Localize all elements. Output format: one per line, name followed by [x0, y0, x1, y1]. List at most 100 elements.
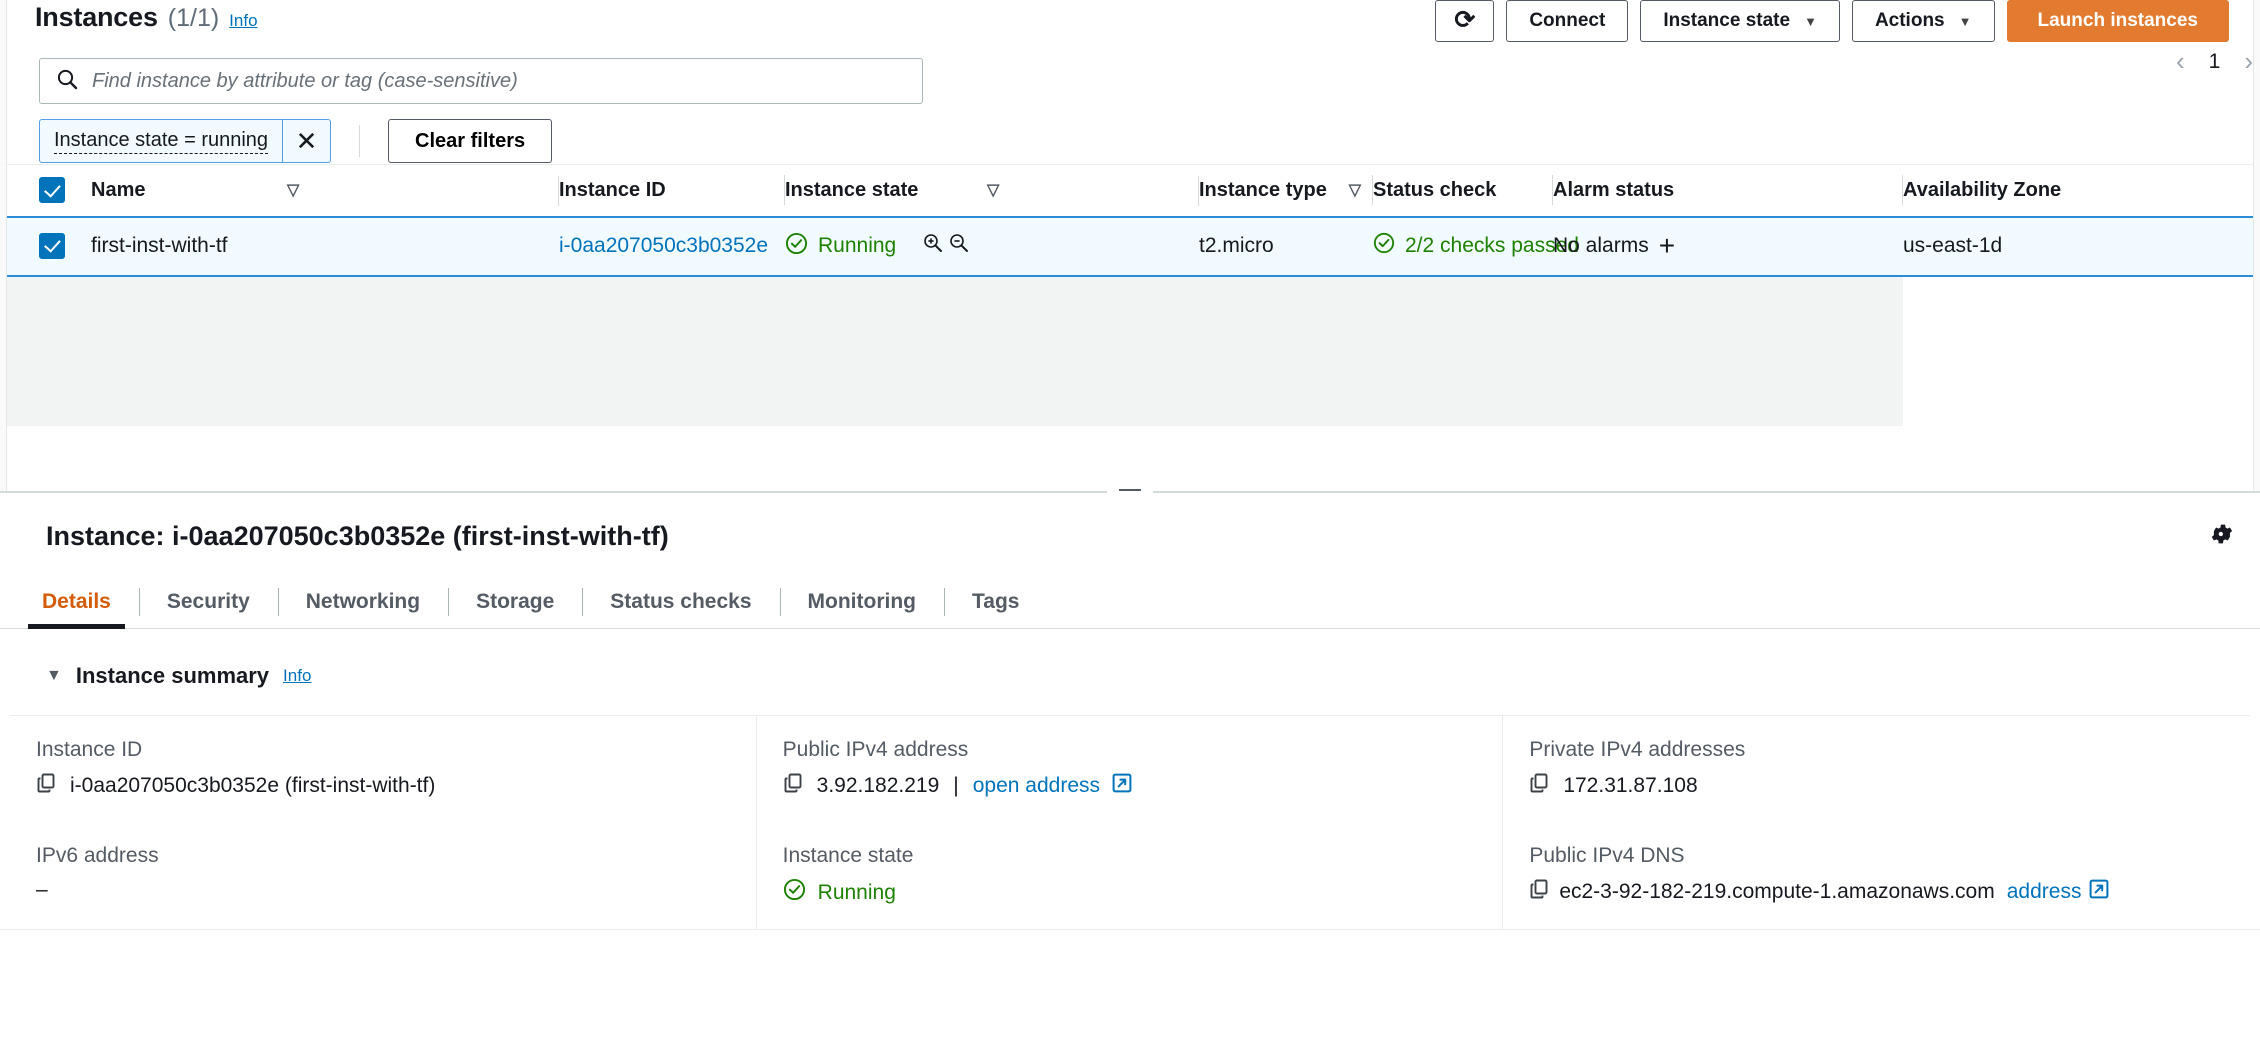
field-public-ipv4-address: Public IPv4 address 3.92.182.219 | open …: [757, 716, 1504, 822]
field-private-ipv4-addresses-value: 172.31.87.108: [1563, 774, 1697, 798]
detail-tabs: Details Security Networking Storage Stat…: [0, 574, 2260, 629]
column-header-instance-state-sort[interactable]: ▽: [987, 165, 1199, 217]
tab-tags[interactable]: Tags: [944, 574, 1047, 628]
copy-icon[interactable]: [783, 772, 805, 800]
column-header-status-check[interactable]: Status check: [1373, 165, 1553, 217]
row-checkbox[interactable]: [39, 233, 65, 259]
column-header-instance-id[interactable]: Instance ID: [559, 165, 785, 217]
field-instance-state-value: Running: [818, 881, 896, 905]
copy-icon[interactable]: [1529, 772, 1551, 800]
clear-filters-button[interactable]: Clear filters: [388, 119, 552, 163]
tab-monitoring[interactable]: Monitoring: [780, 574, 944, 628]
copy-icon[interactable]: [1529, 878, 1551, 906]
instance-id-link[interactable]: i-0aa207050c3b0352e: [559, 234, 768, 257]
tab-details[interactable]: Details: [14, 574, 139, 628]
open-address-link[interactable]: open address: [973, 774, 1100, 798]
divider: [359, 125, 360, 157]
instance-summary-grid: Instance ID i-0aa207050c3b0352e (first-i…: [10, 715, 2250, 929]
column-header-name-sort[interactable]: ▽: [287, 165, 559, 217]
clear-filters-label: Clear filters: [415, 130, 525, 152]
external-link-icon[interactable]: [1112, 773, 1132, 799]
column-header-instance-state[interactable]: Instance state: [785, 165, 987, 217]
refresh-button[interactable]: ⟳: [1435, 0, 1494, 42]
table-empty-cell: [7, 276, 1903, 426]
check-circle-icon: [785, 232, 808, 261]
tab-security[interactable]: Security: [139, 574, 278, 628]
tab-networking[interactable]: Networking: [278, 574, 448, 628]
column-header-alarm-status[interactable]: Alarm status: [1553, 165, 1903, 217]
field-instance-state-label: Instance state: [783, 844, 1473, 868]
tab-monitoring-label: Monitoring: [808, 590, 916, 613]
info-link[interactable]: Info: [229, 11, 257, 31]
sort-icon[interactable]: ▽: [1349, 180, 1361, 200]
detail-bottom-strip: [0, 929, 2260, 943]
column-header-instance-state-label: Instance state: [785, 179, 918, 202]
chevron-down-icon: ▼: [1804, 15, 1817, 28]
field-public-ipv4-address-label: Public IPv4 address: [783, 738, 1473, 762]
cell-instance-state: Running: [785, 217, 1199, 276]
search-input[interactable]: [92, 70, 906, 93]
sort-icon[interactable]: ▽: [287, 180, 299, 200]
field-public-ipv4-dns: Public IPv4 DNS ec2-3-92-182-219.compute…: [1503, 822, 2250, 929]
field-ipv6-address-value: –: [36, 878, 48, 902]
pagination-next-icon[interactable]: ›: [2244, 46, 2253, 77]
copy-icon[interactable]: [36, 772, 58, 800]
pagination-page-number[interactable]: 1: [2209, 50, 2221, 74]
field-instance-id-label: Instance ID: [36, 738, 726, 762]
table-header-row: Name ▽ Instance ID: [7, 165, 2253, 217]
gear-icon[interactable]: [2210, 521, 2236, 552]
chevron-down-icon[interactable]: ▼: [46, 667, 62, 685]
filter-token-label: Instance state = running: [54, 129, 268, 154]
connect-button[interactable]: Connect: [1506, 0, 1628, 42]
tab-status-checks[interactable]: Status checks: [582, 574, 779, 628]
launch-instances-label: Launch instances: [2038, 10, 2199, 32]
actions-button[interactable]: Actions ▼: [1852, 0, 1995, 42]
close-icon[interactable]: ✕: [282, 120, 330, 162]
detail-header: Instance: i-0aa207050c3b0352e (first-ins…: [0, 493, 2260, 574]
field-private-ipv4-addresses-label: Private IPv4 addresses: [1529, 738, 2220, 762]
tab-networking-label: Networking: [306, 590, 420, 613]
tab-details-label: Details: [42, 590, 111, 613]
cell-alarm-status-value: No alarms: [1553, 234, 1649, 258]
external-link-icon[interactable]: [2089, 879, 2109, 905]
column-header-instance-type[interactable]: Instance type ▽: [1199, 165, 1373, 217]
cell-instance-state-value: Running: [818, 234, 896, 258]
divider: |: [953, 774, 958, 798]
refresh-icon: ⟳: [1454, 8, 1475, 33]
tab-storage[interactable]: Storage: [448, 574, 582, 628]
pagination-prev-icon[interactable]: ‹: [2176, 46, 2185, 77]
column-header-name[interactable]: Name: [91, 165, 287, 217]
filter-token-instance-state[interactable]: Instance state = running ✕: [39, 119, 331, 163]
column-header-availability-zone[interactable]: Availability Zone: [1903, 165, 2253, 217]
cell-availability-zone: us-east-1d: [1903, 217, 2253, 276]
select-all-header: [7, 165, 91, 217]
select-all-checkbox[interactable]: [39, 177, 65, 203]
table-body: first-inst-with-tf i-0aa207050c3b0352e: [7, 217, 2253, 426]
search-icon: [56, 68, 78, 95]
tab-storage-label: Storage: [476, 590, 554, 613]
zoom-in-icon[interactable]: [922, 232, 944, 260]
field-public-ipv4-address-value: 3.92.182.219: [817, 774, 940, 798]
info-link[interactable]: Info: [283, 666, 311, 686]
cell-instance-id: i-0aa207050c3b0352e: [559, 217, 785, 276]
instance-state-button-label: Instance state: [1663, 10, 1790, 32]
instance-summary-title: Instance summary: [76, 663, 269, 689]
sort-icon[interactable]: ▽: [987, 180, 999, 200]
check-circle-icon: [783, 878, 806, 907]
instances-table: Name ▽ Instance ID: [7, 164, 2253, 426]
column-header-name-label: Name: [91, 179, 145, 202]
table-row[interactable]: first-inst-with-tf i-0aa207050c3b0352e: [7, 217, 2253, 276]
plus-icon[interactable]: +: [1659, 232, 1675, 260]
actions-button-label: Actions: [1875, 10, 1945, 32]
launch-instances-button[interactable]: Launch instances: [2007, 0, 2230, 42]
search-box[interactable]: [39, 58, 923, 104]
cell-alarm-status: No alarms +: [1553, 217, 1903, 276]
field-private-ipv4-addresses: Private IPv4 addresses 172.31.87.108: [1503, 716, 2250, 822]
pagination: ‹ 1 ›: [2176, 46, 2253, 77]
instances-count: (1/1): [168, 4, 219, 33]
open-address-link[interactable]: address: [2007, 880, 2082, 904]
tab-security-label: Security: [167, 590, 250, 613]
zoom-out-icon[interactable]: [948, 232, 970, 260]
instance-state-button[interactable]: Instance state ▼: [1640, 0, 1840, 42]
tab-status-checks-label: Status checks: [610, 590, 751, 613]
